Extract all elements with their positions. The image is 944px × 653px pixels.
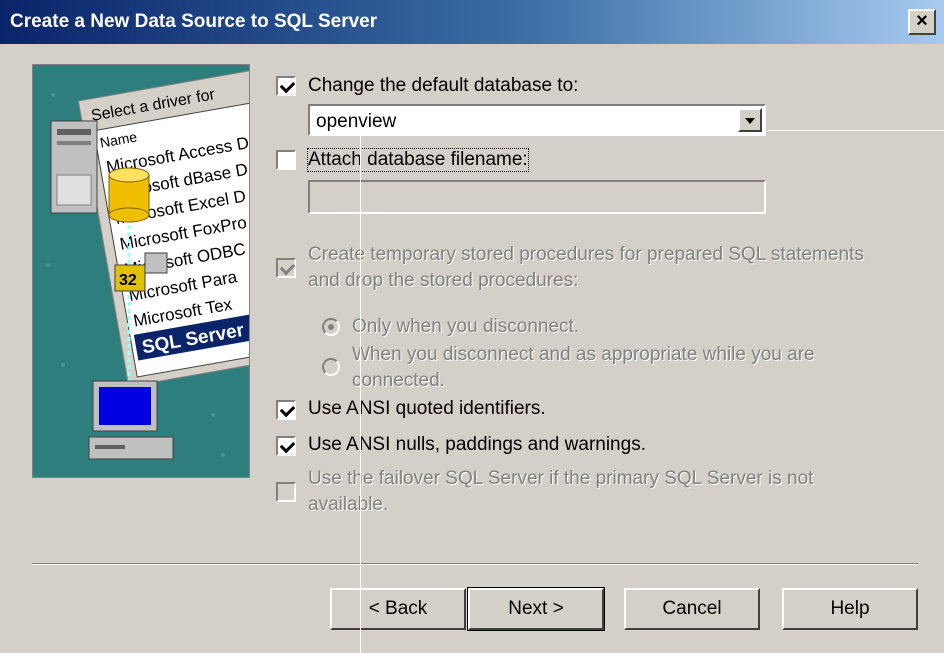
check-mark-icon [279, 77, 296, 94]
attach-db-label: Attach database filename: [307, 148, 529, 172]
radio-disconnect-appropriate-label-1: When you disconnect and as appropriate w… [352, 344, 815, 365]
server-icon [50, 120, 98, 214]
badge-text: 32 [119, 272, 137, 289]
back-button[interactable]: < Back [330, 588, 466, 630]
guide-line-horizontal [768, 130, 944, 131]
create-temp-procs-label-2: and drop the stored procedures: [308, 270, 579, 291]
radio-only-disconnect[interactable] [322, 318, 340, 336]
next-button[interactable]: Next > [467, 587, 605, 631]
attach-db-filename-input[interactable] [308, 180, 766, 214]
failover-checkbox[interactable] [276, 482, 296, 502]
window-title: Create a New Data Source to SQL Server [10, 11, 378, 32]
title-bar: Create a New Data Source to SQL Server × [0, 0, 944, 44]
radio-dot-icon [328, 324, 334, 330]
wizard-illustration: Select a driver for Name Microsoft Acces… [32, 64, 250, 478]
change-default-db-label: Change the default database to: [308, 75, 579, 96]
failover-label-1: Use the failover SQL Server if the prima… [308, 468, 814, 489]
help-button[interactable]: Help [782, 588, 918, 630]
close-button[interactable]: × [908, 9, 936, 35]
chevron-down-icon[interactable] [738, 108, 762, 132]
ansi-nulls-checkbox[interactable] [276, 436, 296, 456]
guide-line-vertical [360, 130, 361, 653]
create-temp-procs-checkbox[interactable] [276, 258, 296, 278]
check-mark-icon [279, 259, 296, 276]
radio-only-disconnect-label: Only when you disconnect. [352, 316, 580, 337]
ansi-nulls-label: Use ANSI nulls, paddings and warnings. [308, 434, 646, 455]
ansi-quoted-checkbox[interactable] [276, 400, 296, 420]
radio-disconnect-appropriate[interactable] [322, 358, 340, 376]
failover-label-2: available. [308, 494, 389, 515]
cancel-button[interactable]: Cancel [624, 588, 760, 630]
change-default-db-checkbox[interactable] [276, 76, 296, 96]
check-mark-icon [279, 401, 296, 418]
create-temp-procs-label-1: Create temporary stored procedures for p… [308, 244, 864, 265]
default-db-value: openview [316, 111, 397, 132]
driver-list-illustration: Select a driver for Name Microsoft Acces… [33, 65, 249, 477]
default-db-dropdown[interactable]: openview [308, 104, 766, 136]
database-icon [108, 167, 150, 223]
radio-disconnect-appropriate-label-2: connected. [352, 370, 445, 391]
divider [32, 563, 918, 565]
ansi-quoted-label: Use ANSI quoted identifiers. [308, 398, 546, 419]
attach-db-checkbox[interactable] [276, 150, 296, 170]
check-mark-icon [279, 437, 296, 454]
